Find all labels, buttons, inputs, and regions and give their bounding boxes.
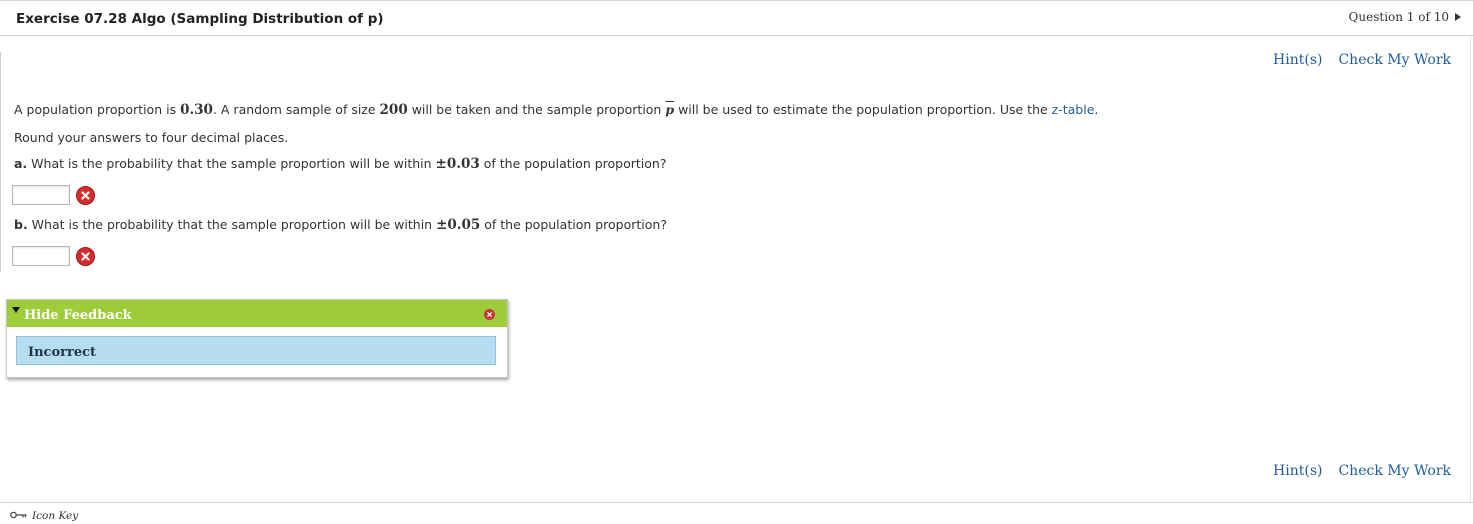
question-nav[interactable]: Question 1 of 10 [1349, 10, 1461, 24]
sample-size-value: 200 [379, 102, 408, 118]
hints-link[interactable]: Hint(s) [1273, 463, 1322, 479]
check-my-work-link[interactable]: Check My Work [1338, 52, 1451, 68]
answer-b-input[interactable] [12, 246, 70, 266]
problem-text: . A random sample of size [212, 102, 380, 117]
hints-link[interactable]: Hint(s) [1273, 52, 1322, 68]
collapse-triangle-icon[interactable] [12, 307, 20, 313]
question-text: of the population proportion? [479, 156, 667, 171]
bottom-toolbar: Hint(s) Check My Work [1273, 463, 1451, 479]
answer-a-input[interactable] [12, 185, 70, 205]
hide-feedback-toggle[interactable]: Hide Feedback [24, 308, 132, 323]
margin-value: ±0.05 [436, 217, 481, 233]
question-letter: b. [14, 217, 28, 232]
z-table-link[interactable]: z-table [1052, 102, 1095, 117]
round-instruction: Round your answers to four decimal place… [14, 130, 289, 145]
footer-bar: Icon Key [0, 502, 1473, 524]
p-bar-symbol: p [665, 102, 675, 117]
question-text: of the population proportion? [480, 217, 667, 232]
question-text: What is the probability that the sample … [27, 217, 437, 232]
answer-row-b [12, 246, 95, 266]
problem-text: A population proportion is [14, 102, 181, 117]
next-question-icon[interactable] [1455, 13, 1461, 21]
problem-text: will be used to estimate the population … [674, 102, 1052, 117]
question-letter: a. [14, 156, 28, 171]
incorrect-icon [76, 246, 95, 266]
margin-value: ±0.03 [435, 156, 480, 172]
problem-text: will be taken and the sample proportion [407, 102, 666, 117]
left-divider [0, 52, 1, 272]
icon-key-label: Icon Key [32, 510, 79, 522]
problem-statement: A population proportion is 0.30. A rando… [14, 102, 1098, 118]
feedback-header[interactable]: Hide Feedback [7, 300, 507, 327]
feedback-status: Incorrect [28, 345, 97, 360]
page-title: Exercise 07.28 Algo (Sampling Distributi… [16, 11, 384, 27]
feedback-panel: Hide Feedback Incorrect [6, 299, 508, 378]
key-icon [10, 510, 28, 522]
question-counter: Question 1 of 10 [1348, 10, 1449, 24]
right-divider [1470, 36, 1471, 502]
header-bar: Exercise 07.28 Algo (Sampling Distributi… [0, 0, 1473, 36]
answer-row-a [12, 185, 95, 205]
question-b: b. What is the probability that the samp… [14, 217, 667, 233]
problem-text: . [1094, 102, 1099, 117]
question-a: a. What is the probability that the samp… [14, 156, 666, 172]
incorrect-icon [76, 185, 95, 205]
population-proportion-value: 0.30 [180, 102, 213, 118]
question-text: What is the probability that the sample … [27, 156, 436, 171]
feedback-body: Incorrect [16, 336, 496, 365]
close-icon[interactable] [484, 309, 495, 320]
top-toolbar: Hint(s) Check My Work [1273, 52, 1451, 68]
check-my-work-link[interactable]: Check My Work [1338, 463, 1451, 479]
icon-key[interactable]: Icon Key [10, 510, 78, 522]
